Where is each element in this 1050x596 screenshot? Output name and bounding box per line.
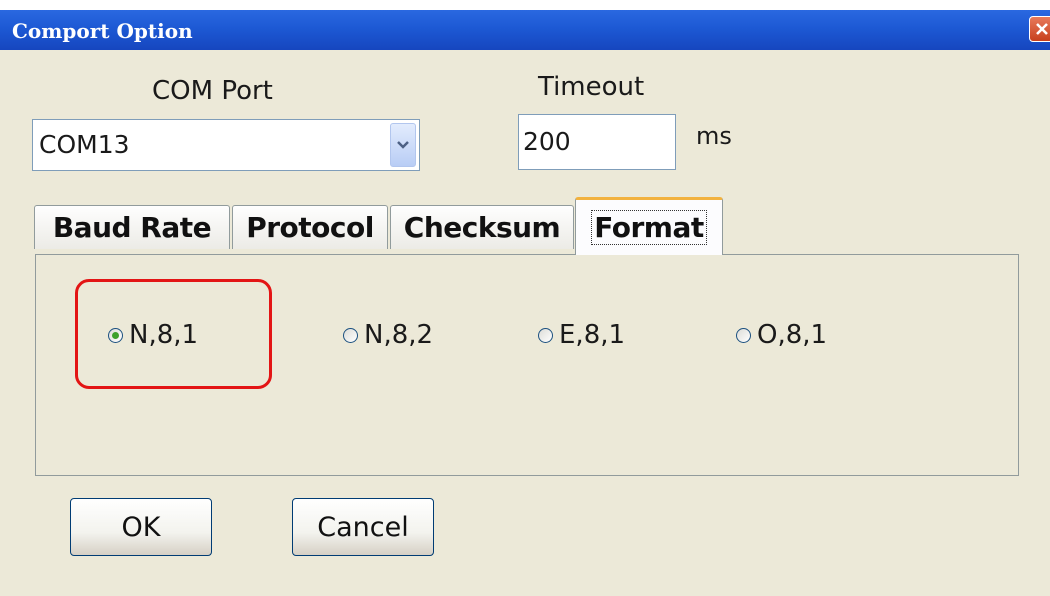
radio-unchecked-icon <box>343 327 358 343</box>
title-bar[interactable]: Comport Option <box>0 10 1050 50</box>
top-margin <box>0 0 1050 10</box>
ok-button[interactable]: OK <box>70 498 212 556</box>
tab-label: Baud Rate <box>52 211 212 244</box>
tab-format[interactable]: Format <box>575 197 723 255</box>
timeout-label: Timeout <box>538 72 645 102</box>
timeout-input[interactable] <box>523 127 663 156</box>
tab-label: Format <box>591 210 707 245</box>
timeout-unit-label: ms <box>696 122 732 150</box>
radio-e81[interactable]: E,8,1 <box>538 315 625 355</box>
com-port-value: COM13 <box>39 130 130 159</box>
radio-label: O,8,1 <box>757 320 828 350</box>
timeout-field-box <box>518 114 676 170</box>
comport-option-dialog: Comport Option COM Port COM13 Timeout ms… <box>0 0 1050 596</box>
close-icon <box>1036 23 1048 35</box>
cancel-button[interactable]: Cancel <box>292 498 434 556</box>
com-port-select[interactable]: COM13 <box>32 119 420 171</box>
highlight-annotation <box>75 279 272 389</box>
radio-label: N,8,2 <box>364 320 434 350</box>
tab-protocol[interactable]: Protocol <box>232 205 388 249</box>
com-port-label: COM Port <box>152 76 273 106</box>
close-button[interactable] <box>1029 16 1050 42</box>
radio-o81[interactable]: O,8,1 <box>736 315 827 355</box>
tab-label: Checksum <box>403 211 561 244</box>
dropdown-button[interactable] <box>390 123 416 167</box>
radio-n82[interactable]: N,8,2 <box>343 315 433 355</box>
tab-label: Protocol <box>246 211 374 244</box>
tab-checksum[interactable]: Checksum <box>390 205 574 249</box>
radio-unchecked-icon <box>538 327 553 343</box>
radio-label: E,8,1 <box>559 320 626 350</box>
window-title: Comport Option <box>12 19 193 43</box>
tab-baud-rate[interactable]: Baud Rate <box>34 205 230 249</box>
radio-unchecked-icon <box>736 327 751 343</box>
chevron-down-icon <box>397 141 409 149</box>
